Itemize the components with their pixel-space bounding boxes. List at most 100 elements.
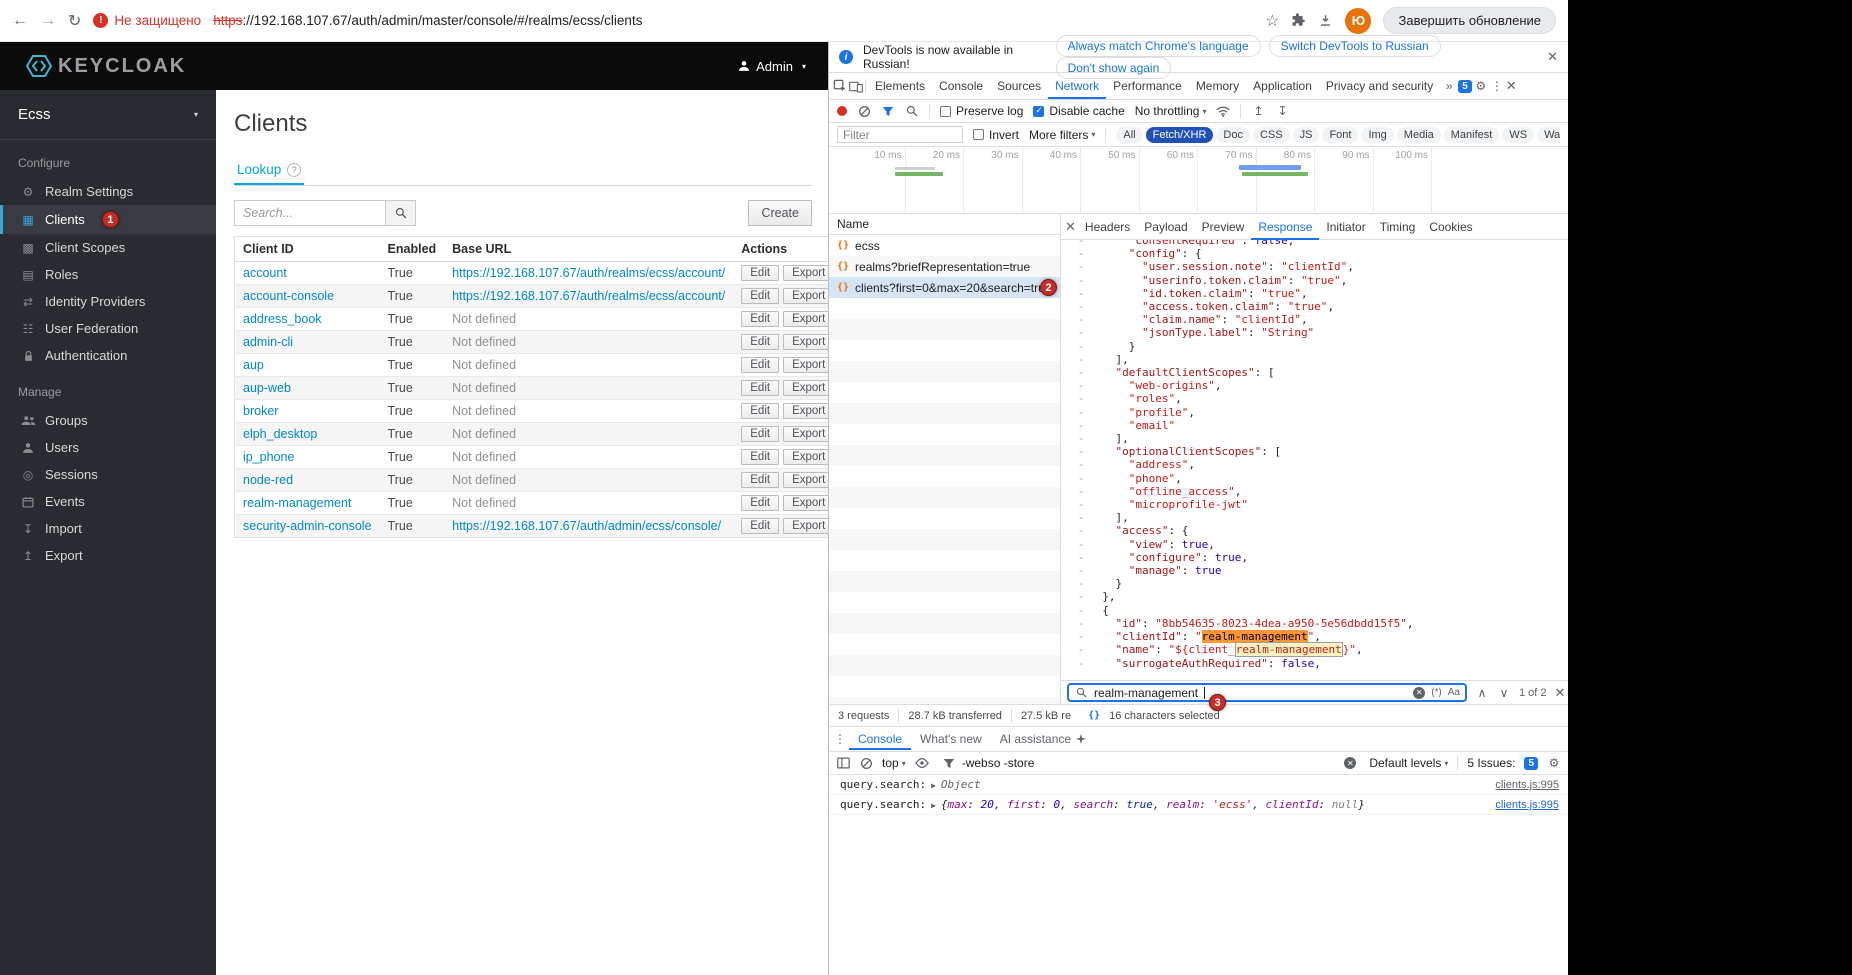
filter-chip-media[interactable]: Media (1397, 127, 1441, 143)
devtools-tab-elements[interactable]: Elements (868, 73, 932, 99)
sidebar-item-clients[interactable]: ▦Clients1 (0, 205, 216, 234)
issues-badge[interactable]: 5 (1458, 80, 1472, 93)
network-conditions-icon[interactable] (1216, 106, 1230, 117)
base-url-link[interactable]: https://192.168.107.67/auth/admin/ecss/c… (452, 519, 721, 533)
client-id-link[interactable]: broker (243, 404, 278, 418)
inspect-icon[interactable] (833, 79, 847, 93)
filter-chip-manifest[interactable]: Manifest (1444, 127, 1500, 143)
filter-chip-doc[interactable]: Doc (1216, 127, 1250, 143)
edit-button[interactable]: Edit (741, 495, 779, 511)
sidebar-item-sessions[interactable]: ◎Sessions (0, 461, 216, 488)
client-id-link[interactable]: realm-management (243, 496, 351, 510)
details-tab-payload[interactable]: Payload (1137, 214, 1194, 240)
prev-match-icon[interactable]: ∧ (1475, 686, 1489, 700)
case-toggle[interactable]: Aa (1448, 687, 1460, 698)
sidebar-item-identity-providers[interactable]: ⇄Identity Providers (0, 288, 216, 315)
client-id-link[interactable]: aup-web (243, 381, 291, 395)
details-tab-response[interactable]: Response (1251, 214, 1319, 240)
more-tabs-icon[interactable]: » (1442, 79, 1456, 93)
url-bar[interactable]: https://192.168.107.67/auth/admin/master… (213, 13, 642, 28)
kebab-menu-icon[interactable]: ⋮ (1490, 79, 1504, 93)
response-body[interactable]: - "consentRequired": false,- "config": {… (1061, 240, 1568, 680)
export-button[interactable]: Export (783, 265, 828, 281)
network-overview-timeline[interactable]: 10 ms20 ms30 ms40 ms50 ms60 ms70 ms80 ms… (829, 147, 1568, 214)
infobar-button-2[interactable]: Switch DevTools to Russian (1269, 35, 1441, 57)
device-toolbar-icon[interactable] (849, 80, 863, 93)
edit-button[interactable]: Edit (741, 380, 779, 396)
devtools-tab-sources[interactable]: Sources (990, 73, 1048, 99)
console-empty-area[interactable] (829, 815, 1568, 975)
details-tab-timing[interactable]: Timing (1373, 214, 1423, 240)
fold-marker-icon[interactable]: - (1073, 340, 1089, 353)
drawer-kebab-icon[interactable]: ⋮ (833, 732, 847, 746)
console-context-select[interactable]: top▾ (882, 756, 906, 770)
details-tab-headers[interactable]: Headers (1078, 214, 1137, 240)
export-button[interactable]: Export (783, 518, 828, 534)
base-url-link[interactable]: https://192.168.107.67/auth/realms/ecss/… (452, 289, 725, 303)
next-match-icon[interactable]: ∨ (1497, 686, 1511, 700)
sidebar-item-user-federation[interactable]: ☷User Federation (0, 315, 216, 342)
fold-marker-icon[interactable]: - (1073, 419, 1089, 432)
fold-marker-icon[interactable]: - (1073, 432, 1089, 445)
fold-marker-icon[interactable]: - (1073, 617, 1089, 630)
client-id-link[interactable]: elph_desktop (243, 427, 317, 441)
sidebar-item-export[interactable]: ↥Export (0, 542, 216, 569)
record-icon[interactable] (837, 106, 847, 116)
fold-marker-icon[interactable]: - (1073, 498, 1089, 511)
filter-chip-fetch-xhr[interactable]: Fetch/XHR (1146, 127, 1214, 143)
fold-marker-icon[interactable]: - (1073, 313, 1089, 326)
security-chip[interactable]: ! Не защищено (93, 13, 201, 28)
fold-marker-icon[interactable]: - (1073, 485, 1089, 498)
user-menu[interactable]: Admin ▾ (738, 59, 806, 74)
fold-marker-icon[interactable]: - (1073, 240, 1089, 247)
sidebar-item-groups[interactable]: Groups (0, 407, 216, 434)
fold-marker-icon[interactable]: - (1073, 590, 1089, 603)
client-id-link[interactable]: ip_phone (243, 450, 294, 464)
filter-chip-all[interactable]: All (1116, 127, 1142, 143)
fold-marker-icon[interactable]: - (1073, 604, 1089, 617)
filter-input[interactable]: Filter (837, 126, 963, 143)
console-message[interactable]: query.search:▶Objectclients.js:995 (829, 775, 1568, 795)
reload-icon[interactable]: ↻ (68, 11, 81, 31)
sidebar-item-realm-settings[interactable]: ⚙Realm Settings (0, 178, 216, 205)
fold-marker-icon[interactable]: - (1073, 287, 1089, 300)
console-issues-badge[interactable]: 5 (1524, 757, 1538, 770)
edit-button[interactable]: Edit (741, 426, 779, 442)
disable-cache-checkbox[interactable]: Disable cache (1033, 104, 1124, 118)
network-search-icon[interactable] (905, 105, 919, 117)
filter-chip-font[interactable]: Font (1322, 127, 1358, 143)
fold-marker-icon[interactable]: - (1073, 379, 1089, 392)
create-button[interactable]: Create (748, 200, 812, 226)
forward-icon[interactable]: → (40, 12, 56, 30)
invert-checkbox[interactable]: Invert (973, 128, 1019, 142)
edit-button[interactable]: Edit (741, 288, 779, 304)
client-id-link[interactable]: aup (243, 358, 264, 372)
fold-marker-icon[interactable]: - (1073, 643, 1089, 656)
more-filters-dropdown[interactable]: More filters▾ (1029, 128, 1095, 142)
export-button[interactable]: Export (783, 334, 828, 350)
sidebar-item-users[interactable]: Users (0, 434, 216, 461)
devtools-close-icon[interactable]: ✕ (1506, 78, 1517, 94)
fold-marker-icon[interactable]: - (1073, 472, 1089, 485)
search-box[interactable]: realm-management ✕ (*) Aa (1067, 683, 1467, 702)
request-row[interactable]: {}realms?briefRepresentation=true (829, 256, 1060, 277)
fold-marker-icon[interactable]: - (1073, 538, 1089, 551)
sidebar-item-authentication[interactable]: Authentication (0, 342, 216, 369)
details-tab-preview[interactable]: Preview (1195, 214, 1252, 240)
keycloak-logo[interactable]: KEYCLOAK (26, 53, 186, 79)
live-expression-eye-icon[interactable] (915, 758, 929, 768)
profile-avatar[interactable]: Ю (1345, 8, 1371, 34)
client-id-link[interactable]: security-admin-console (243, 519, 372, 533)
export-button[interactable]: Export (783, 311, 828, 327)
fold-marker-icon[interactable]: - (1073, 326, 1089, 339)
source-link[interactable]: clients.js:995 (1495, 799, 1559, 811)
client-id-link[interactable]: address_book (243, 312, 322, 326)
sidebar-item-events[interactable]: Events (0, 488, 216, 515)
extensions-icon[interactable] (1291, 13, 1306, 28)
infobar-button-1[interactable]: Always match Chrome's language (1056, 35, 1261, 57)
console-message[interactable]: query.search:▶{max: 20, first: 0, search… (829, 795, 1568, 815)
request-row[interactable]: {}clients?first=0&max=20&search=true2 (829, 277, 1060, 298)
log-levels-dropdown[interactable]: Default levels▾ (1369, 756, 1448, 770)
drawer-tab-ai-assistance[interactable]: AI assistance (991, 728, 1095, 750)
devtools-tab-performance[interactable]: Performance (1106, 73, 1189, 99)
